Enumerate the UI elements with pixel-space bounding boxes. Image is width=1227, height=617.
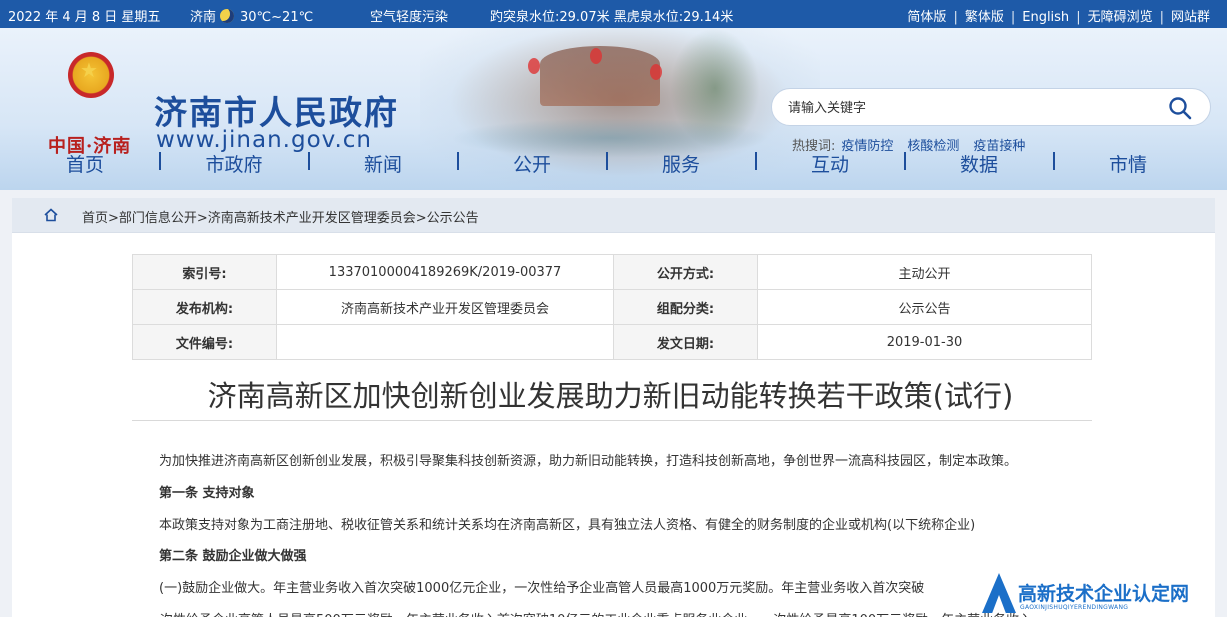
home-icon[interactable]: [44, 208, 58, 222]
document-title: 济南高新区加快创新创业发展助力新旧动能转换若干政策(试行): [207, 379, 1014, 413]
search-box: [771, 88, 1211, 126]
site-group-link[interactable]: 网站群: [1171, 10, 1210, 25]
category-value: 公示公告: [757, 289, 1092, 325]
star-icon: ★: [80, 58, 98, 82]
weather: 济南 30℃~21℃: [190, 6, 313, 25]
english-link[interactable]: English: [1022, 10, 1069, 25]
top-info-bar: 2022 年 4 月 8 日 星期五 济南 30℃~21℃ 空气轻度污染 趵突泉水…: [0, 0, 1227, 28]
issue-date-label: 发文日期:: [613, 324, 758, 360]
nav-item-service[interactable]: 服务: [606, 150, 756, 177]
simplified-link[interactable]: 简体版: [907, 10, 946, 25]
nav-item-public[interactable]: 公开: [457, 150, 607, 177]
nav-item-home[interactable]: 首页: [10, 150, 160, 177]
open-mode-label: 公开方式:: [613, 254, 758, 290]
search-input[interactable]: [788, 97, 1148, 119]
nav-item-news[interactable]: 新闻: [308, 150, 458, 177]
watermark: 高新技术企业认定网 GAOXINJISHUQIYERENDINGWANG: [982, 573, 1227, 617]
nav-item-government[interactable]: 市政府: [159, 150, 309, 177]
site-version-links: 简体版 | 繁体版 | English | 无障碍浏览 | 网站群: [907, 10, 1210, 25]
watermark-logo-icon: [982, 573, 1016, 613]
nav-item-city[interactable]: 市情: [1053, 150, 1203, 177]
current-date: 2022 年 4 月 8 日 星期五: [8, 10, 161, 25]
watermark-title: 高新技术企业认定网: [1018, 583, 1190, 605]
spring-water-level: 趵突泉水位:29.07米 黑虎泉水位:29.14米: [490, 10, 734, 25]
index-value: 13370100004189269K/2019-00377: [276, 254, 614, 290]
paragraph-4: 一次性给予企业高管人员最高500万元奖励。年主营业务收入首次突破10亿元的工业企…: [147, 609, 1032, 617]
doc-number-value: [276, 324, 614, 360]
nav-item-interaction[interactable]: 互动: [755, 150, 905, 177]
open-mode-value: 主动公开: [757, 254, 1092, 290]
publisher-value: 济南高新技术产业开发区管理委员会: [276, 289, 614, 325]
traditional-link[interactable]: 繁体版: [965, 10, 1004, 25]
doc-number-label: 文件编号:: [132, 324, 277, 360]
accessibility-link[interactable]: 无障碍浏览: [1088, 10, 1153, 25]
watermark-subtitle: GAOXINJISHUQIYERENDINGWANG: [1020, 604, 1129, 611]
section-heading-2: 第二条 鼓励企业做大做强: [159, 549, 307, 564]
paragraph-intro: 为加快推进济南高新区创新创业发展，积极引导聚集科技创新资源，助力新旧动能转换，打…: [159, 454, 1018, 469]
main-nav: 首页 市政府 新闻 公开 服务 互动 数据 市情: [0, 148, 1227, 184]
title-divider: [132, 420, 1092, 421]
issue-date-value: 2019-01-30: [757, 324, 1092, 360]
category-label: 组配分类:: [613, 289, 758, 325]
publisher-label: 发布机构:: [132, 289, 277, 325]
moon-icon: [220, 9, 235, 23]
temperature: 30℃~21℃: [240, 10, 314, 25]
air-quality: 空气轻度污染: [370, 10, 449, 25]
breadcrumb-path[interactable]: 首页>部门信息公开>济南高新技术产业开发区管理委员会>公示公告: [82, 207, 479, 226]
index-label: 索引号:: [132, 254, 277, 290]
paragraph-2: 本政策支持对象为工商注册地、税收征管关系和统计关系均在济南高新区，具有独立法人资…: [159, 518, 976, 533]
section-heading-1: 第一条 支持对象: [159, 486, 255, 501]
city-name: 济南: [190, 10, 217, 25]
search-icon[interactable]: [1168, 96, 1192, 120]
site-header: ★ 中国·济南 济南市人民政府 www.jinan.gov.cn 热搜词:疫情防…: [0, 28, 1227, 190]
document-meta-table: 索引号: 13370100004189269K/2019-00377 公开方式:…: [132, 254, 1092, 360]
paragraph-3: (一)鼓励企业做大。年主营业务收入首次突破1000亿元企业，一次性给予企业高管人…: [159, 581, 925, 596]
nav-item-data[interactable]: 数据: [904, 150, 1054, 177]
breadcrumb: 首页>部门信息公开>济南高新技术产业开发区管理委员会>公示公告: [12, 198, 1215, 233]
